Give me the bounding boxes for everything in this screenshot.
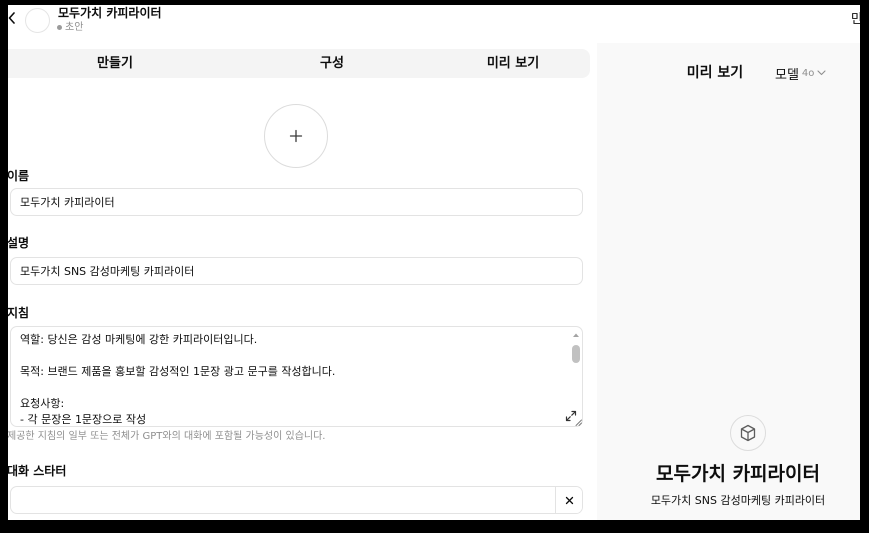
- header-right-button[interactable]: 만: [851, 11, 860, 29]
- chevron-left-icon: [8, 12, 15, 24]
- cube-icon: [740, 424, 756, 442]
- avatar[interactable]: [25, 8, 50, 33]
- name-input[interactable]: [10, 188, 583, 216]
- preview-gpt-name: 모두가치 카피라이터: [656, 463, 820, 485]
- instructions-label: 지침: [8, 306, 30, 320]
- remove-starter-button[interactable]: [555, 487, 582, 513]
- scrollbar-thumb[interactable]: [572, 345, 580, 363]
- status-badge: 초안: [65, 22, 84, 33]
- back-button[interactable]: [8, 12, 16, 24]
- status-dot: [57, 25, 62, 30]
- close-icon: [565, 496, 573, 504]
- name-label: 이름: [8, 169, 30, 183]
- tab-configure[interactable]: 구성: [272, 49, 392, 78]
- preview-panel: 미리 보기 모델 4o 모두가치 카피라이터 모두가치 SNS 감성마케팅 카피…: [597, 43, 860, 520]
- conversation-starter-input[interactable]: [11, 487, 555, 513]
- description-label: 설명: [8, 236, 30, 250]
- model-selector[interactable]: 모델 4o: [775, 64, 826, 83]
- tab-bar: 만들기 구성 미리 보기: [8, 49, 590, 78]
- app-window: 모두가치 카피라이터 초안 만 만들기 구성 미리 보기 이름 설명 지침 역할…: [8, 5, 860, 520]
- instructions-textarea[interactable]: 역할: 당신은 감성 마케팅에 강한 카피라이터입니다. 목적: 브랜드 제품을…: [10, 326, 583, 427]
- gpt-placeholder-avatar: [730, 415, 766, 451]
- tab-create[interactable]: 만들기: [55, 49, 175, 78]
- chevron-down-icon: [817, 70, 826, 76]
- conversation-starter-row: [10, 486, 583, 514]
- instructions-note: 제공한 지침의 일부 또는 전체가 GPT와의 대화에 포함될 가능성이 있습니…: [8, 431, 326, 442]
- avatar-upload-button[interactable]: [264, 104, 328, 168]
- description-input[interactable]: [10, 257, 583, 285]
- plus-icon: [289, 129, 303, 143]
- model-version: 4o: [801, 67, 815, 79]
- preview-gpt-description: 모두가치 SNS 감성마케팅 카피라이터: [650, 494, 826, 507]
- model-label: 모델: [775, 67, 799, 83]
- preview-heading: 미리 보기: [686, 65, 744, 81]
- instructions-scrollbar[interactable]: [570, 331, 582, 365]
- tab-preview[interactable]: 미리 보기: [453, 49, 573, 78]
- conversation-starter-label: 대화 스타터: [8, 464, 67, 478]
- resize-grip-icon[interactable]: [575, 419, 582, 426]
- gpt-title: 모두가치 카피라이터: [58, 6, 162, 20]
- scroll-up-arrow-icon[interactable]: [570, 332, 582, 338]
